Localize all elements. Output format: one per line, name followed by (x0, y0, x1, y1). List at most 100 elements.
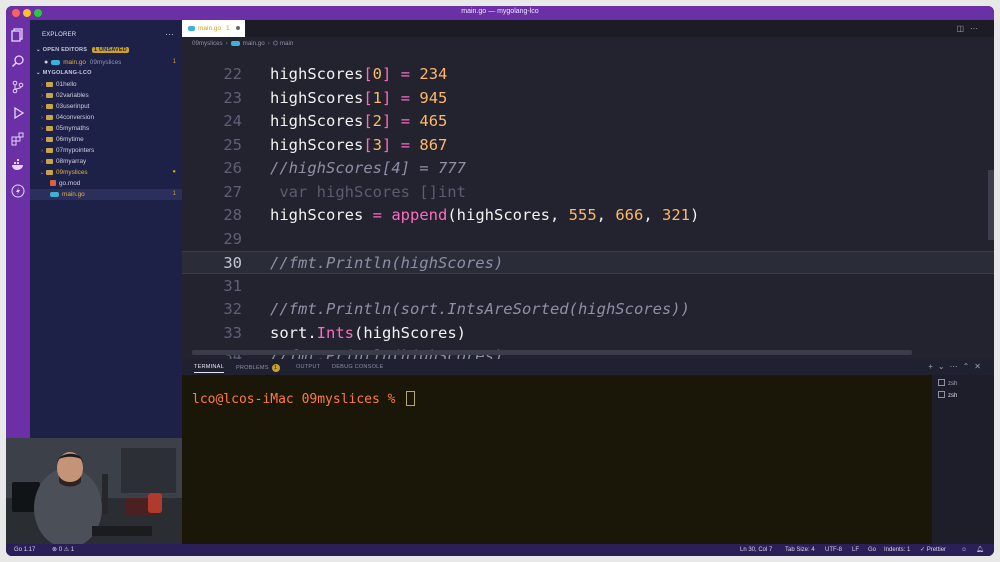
code-line[interactable]: 30 //fmt.Println(highScores) (182, 251, 994, 274)
folder-item[interactable]: › 01hello (30, 79, 182, 90)
window-title: main.go — mygolang-lco (461, 8, 539, 15)
code-line[interactable]: 28 highScores = append(highScores, 555, 6… (182, 204, 994, 227)
code-token: , (643, 206, 663, 224)
code-token: //fmt.Println(sort.IntsAreSorted(highSco… (270, 300, 690, 318)
chevron-down-icon[interactable]: ⌄ (938, 362, 950, 371)
tab-label: main.go (198, 25, 222, 32)
docker-icon[interactable] (11, 158, 25, 172)
open-editors-header[interactable]: ⌄ OPEN EDITORS 1 UNSAVED (36, 47, 129, 53)
code-editor[interactable]: 22 highScores[0] = 234 23 highScores[1] = 9… (182, 63, 994, 365)
file-item[interactable]: go.mod (30, 178, 182, 189)
split-editor-icon[interactable]: ◫ (956, 24, 970, 33)
code-token: var highScores []int (270, 182, 466, 201)
file-item-selected[interactable]: main.go 1 (30, 189, 182, 200)
folder-item[interactable]: › 05mymaths (30, 123, 182, 134)
breadcrumb-file[interactable]: main.go (243, 40, 265, 47)
open-editor-item[interactable]: ● main.go 09myslices 1 (30, 57, 182, 68)
folder-item[interactable]: › 08myarray (30, 156, 182, 167)
breadcrumb-folder[interactable]: 09myslices (192, 40, 223, 47)
tab-debug-console[interactable]: DEBUG CONSOLE (332, 364, 383, 370)
workspace-label: MYGOLANG-LCO (42, 70, 92, 76)
terminal-instance[interactable]: zsh (938, 391, 957, 399)
code-token: , (550, 206, 569, 224)
code-token: 1 (372, 88, 383, 107)
tab-output[interactable]: OUTPUT (296, 364, 320, 370)
terminal-prompt-text: lco@lcos-iMac 09myslices % (192, 392, 404, 407)
indents[interactable]: Indents: 1 (884, 544, 910, 556)
code-token: 666 (615, 206, 644, 224)
code-line[interactable]: 31 (182, 275, 994, 298)
line-number: 28 (223, 206, 242, 224)
folder-open-icon (46, 169, 53, 175)
code-token: highScores (456, 206, 550, 224)
folder-icon (46, 103, 53, 109)
code-line[interactable]: 26 //highScores[4] = 777 (182, 157, 994, 180)
code-line[interactable]: 23 highScores[1] = 945 (182, 87, 994, 110)
files-icon[interactable] (11, 28, 25, 42)
go-file-icon (230, 40, 240, 46)
run-debug-icon[interactable] (11, 106, 25, 120)
prettier-status[interactable]: ✓ Prettier (920, 544, 946, 556)
language-mode[interactable]: Go (868, 544, 876, 556)
chevron-right-icon: › (225, 40, 228, 47)
folder-item[interactable]: › 03userinput (30, 101, 182, 112)
source-control-icon[interactable] (11, 80, 25, 94)
code-line[interactable]: 32 //fmt.Println(sort.IntsAreSorted(highS… (182, 298, 994, 321)
bell-icon[interactable]: 🔔︎ (976, 544, 984, 556)
status-bar: Go 1.17 ⊗ 0 ⚠ 1 Ln 30, Col 7 Tab Size: 4… (6, 544, 994, 556)
code-token: ] (382, 135, 392, 154)
vscode-window: main.go — mygolang-lco EXPLORER ⋯ ⌄ OPEN… (6, 6, 994, 556)
folder-item-open[interactable]: ⌄ 09myslices ● (30, 167, 182, 178)
more-actions-icon[interactable]: ⋯ (970, 24, 984, 33)
line-source: highScores[1] = 945 (270, 87, 447, 110)
code-line[interactable]: 25 highScores[3] = 867 (182, 134, 994, 157)
thunder-icon[interactable] (11, 184, 25, 198)
new-terminal-icon[interactable]: + (928, 362, 938, 371)
folder-label: 01hello (56, 81, 77, 88)
horizontal-scrollbar[interactable] (192, 350, 912, 355)
code-line[interactable]: 22 highScores[0] = 234 (182, 63, 994, 86)
extensions-icon[interactable] (11, 132, 25, 146)
close-panel-icon[interactable]: ✕ (974, 362, 986, 371)
code-token: 2 (372, 112, 383, 130)
maximize-panel-icon[interactable]: ⌃ (963, 362, 975, 371)
folder-icon (46, 125, 53, 131)
tab-problems[interactable]: PROBLEMS 1 (236, 364, 280, 372)
code-token: Ints (316, 323, 354, 342)
search-icon[interactable] (11, 54, 25, 68)
code-line[interactable]: 33 sort.Ints(highScores) (182, 322, 994, 345)
problems-status[interactable]: ⊗ 0 ⚠ 1 (52, 544, 74, 556)
go-version[interactable]: Go 1.17 (14, 544, 35, 556)
folder-label: 04conversion (56, 114, 95, 121)
line-source: highScores = append(highScores, 555, 666… (270, 204, 699, 227)
workspace-header[interactable]: ⌄ MYGOLANG-LCO (36, 70, 92, 76)
terminal[interactable]: lco@lcos-iMac 09myslices % (182, 375, 932, 550)
code-line[interactable]: 27 var highScores []int (182, 181, 994, 204)
encoding[interactable]: UTF-8 (825, 544, 842, 556)
tab-size[interactable]: Tab Size: 4 (785, 544, 815, 556)
more-actions-icon[interactable]: ⋯ (165, 29, 174, 40)
line-number: 33 (223, 323, 242, 342)
chevron-down-icon: ⌄ (36, 70, 41, 76)
cursor-position[interactable]: Ln 30, Col 7 (740, 544, 772, 556)
terminal-instance[interactable]: zsh (938, 379, 957, 387)
code-token: [ (363, 135, 373, 154)
folder-item[interactable]: › 04conversion (30, 112, 182, 123)
unsaved-dot-icon[interactable] (236, 26, 240, 30)
code-token: highScores (270, 206, 364, 224)
line-source: highScores[3] = 867 (270, 134, 447, 157)
folder-item[interactable]: › 02variables (30, 90, 182, 101)
title-bar: main.go — mygolang-lco (6, 6, 994, 20)
code-line[interactable]: 29 (182, 228, 994, 251)
more-actions-icon[interactable]: ⋯ (950, 362, 963, 371)
code-token: ( (447, 206, 457, 224)
folder-item[interactable]: › 06mytime (30, 134, 182, 145)
tab-terminal[interactable]: TERMINAL (194, 364, 224, 373)
feedback-icon[interactable]: ☺ (961, 544, 967, 556)
folder-item[interactable]: › 07mypointers (30, 145, 182, 156)
code-line[interactable]: 24 highScores[2] = 465 (182, 110, 994, 133)
vertical-scrollbar[interactable] (988, 170, 994, 240)
line-ending[interactable]: LF (852, 544, 859, 556)
breadcrumb-symbol[interactable]: main (280, 40, 293, 47)
tab-main-go[interactable]: main.go 1 (182, 20, 245, 37)
